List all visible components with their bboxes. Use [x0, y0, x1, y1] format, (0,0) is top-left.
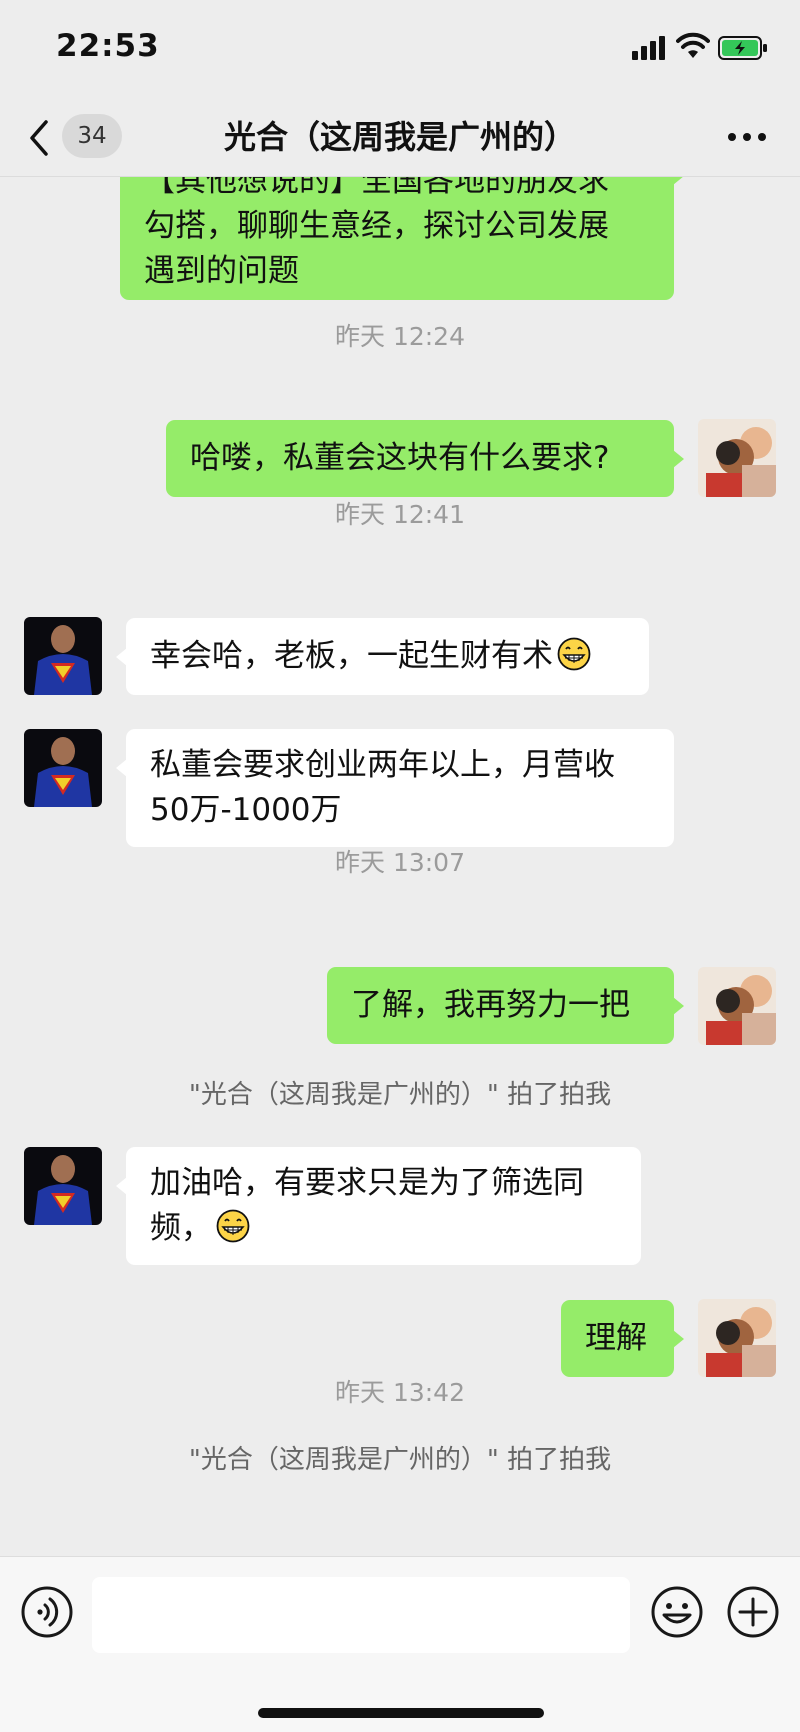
- grin-emoji-icon: [557, 637, 591, 671]
- status-bar: 22:53: [0, 0, 800, 100]
- pat-notification: "光合（这周我是广州的）" 拍了拍我: [188, 1445, 612, 1475]
- message-text: 【其他想说的】全国各地的朋友求 勾搭，聊聊生意经，探讨公司发展 遇到的问题: [144, 177, 609, 289]
- self-avatar[interactable]: [698, 419, 776, 497]
- grin-emoji-icon: [216, 1209, 250, 1243]
- plus-icon[interactable]: [726, 1585, 780, 1639]
- message-bubble-incoming[interactable]: 私董会要求创业两年以上，月营收 50万-1000万: [116, 729, 674, 847]
- home-indicator[interactable]: [258, 1708, 544, 1718]
- message-text: 了解，我再努力一把: [351, 987, 630, 1023]
- input-bar: [0, 1556, 800, 1732]
- chevron-left-icon[interactable]: [26, 118, 54, 158]
- message-list[interactable]: 【其他想说的】全国各地的朋友求 勾搭，聊聊生意经，探讨公司发展 遇到的问题 昨天…: [0, 177, 800, 1556]
- message-timestamp: 昨天 13:07: [335, 848, 465, 877]
- message-bubble-incoming[interactable]: 幸会哈，老板，一起生财有术: [116, 618, 649, 695]
- message-input[interactable]: [92, 1577, 630, 1653]
- message-text: 哈喽，私董会这块有什么要求?: [190, 440, 610, 476]
- contact-avatar[interactable]: [24, 617, 102, 695]
- emoji-icon[interactable]: [650, 1585, 704, 1639]
- self-avatar[interactable]: [698, 967, 776, 1045]
- message-bubble-outgoing[interactable]: 哈喽，私董会这块有什么要求?: [166, 420, 684, 497]
- unread-count-badge[interactable]: 34: [62, 114, 122, 158]
- message-text: 私董会要求创业两年以上，月营收 50万-1000万: [150, 747, 615, 828]
- message-text: 幸会哈，老板，一起生财有术: [150, 638, 553, 674]
- message-timestamp: 昨天 12:24: [335, 322, 465, 351]
- cellular-signal-icon: [632, 36, 665, 60]
- message-bubble-outgoing[interactable]: 理解: [561, 1300, 684, 1377]
- message-timestamp: 昨天 13:42: [335, 1378, 465, 1407]
- wifi-icon: [676, 32, 710, 58]
- message-bubble-incoming[interactable]: 加油哈，有要求只是为了筛选同 频，: [116, 1147, 641, 1265]
- voice-icon[interactable]: [20, 1585, 74, 1639]
- chat-header: 34 光合（这周我是广州的）: [0, 100, 800, 177]
- self-avatar[interactable]: [698, 1299, 776, 1377]
- pat-notification: "光合（这周我是广州的）" 拍了拍我: [188, 1080, 612, 1110]
- contact-avatar[interactable]: [24, 1147, 102, 1225]
- more-dots-icon[interactable]: [722, 122, 772, 152]
- message-bubble-outgoing[interactable]: 了解，我再努力一把: [327, 967, 684, 1044]
- message-text: 理解: [585, 1320, 647, 1356]
- message-bubble-outgoing[interactable]: 【其他想说的】全国各地的朋友求 勾搭，聊聊生意经，探讨公司发展 遇到的问题: [120, 177, 684, 300]
- battery-charging-icon: [718, 36, 767, 60]
- status-time: 22:53: [56, 28, 160, 64]
- message-timestamp: 昨天 12:41: [335, 500, 465, 529]
- chat-title: 光合（这周我是广州的）: [223, 118, 576, 156]
- contact-avatar[interactable]: [24, 729, 102, 807]
